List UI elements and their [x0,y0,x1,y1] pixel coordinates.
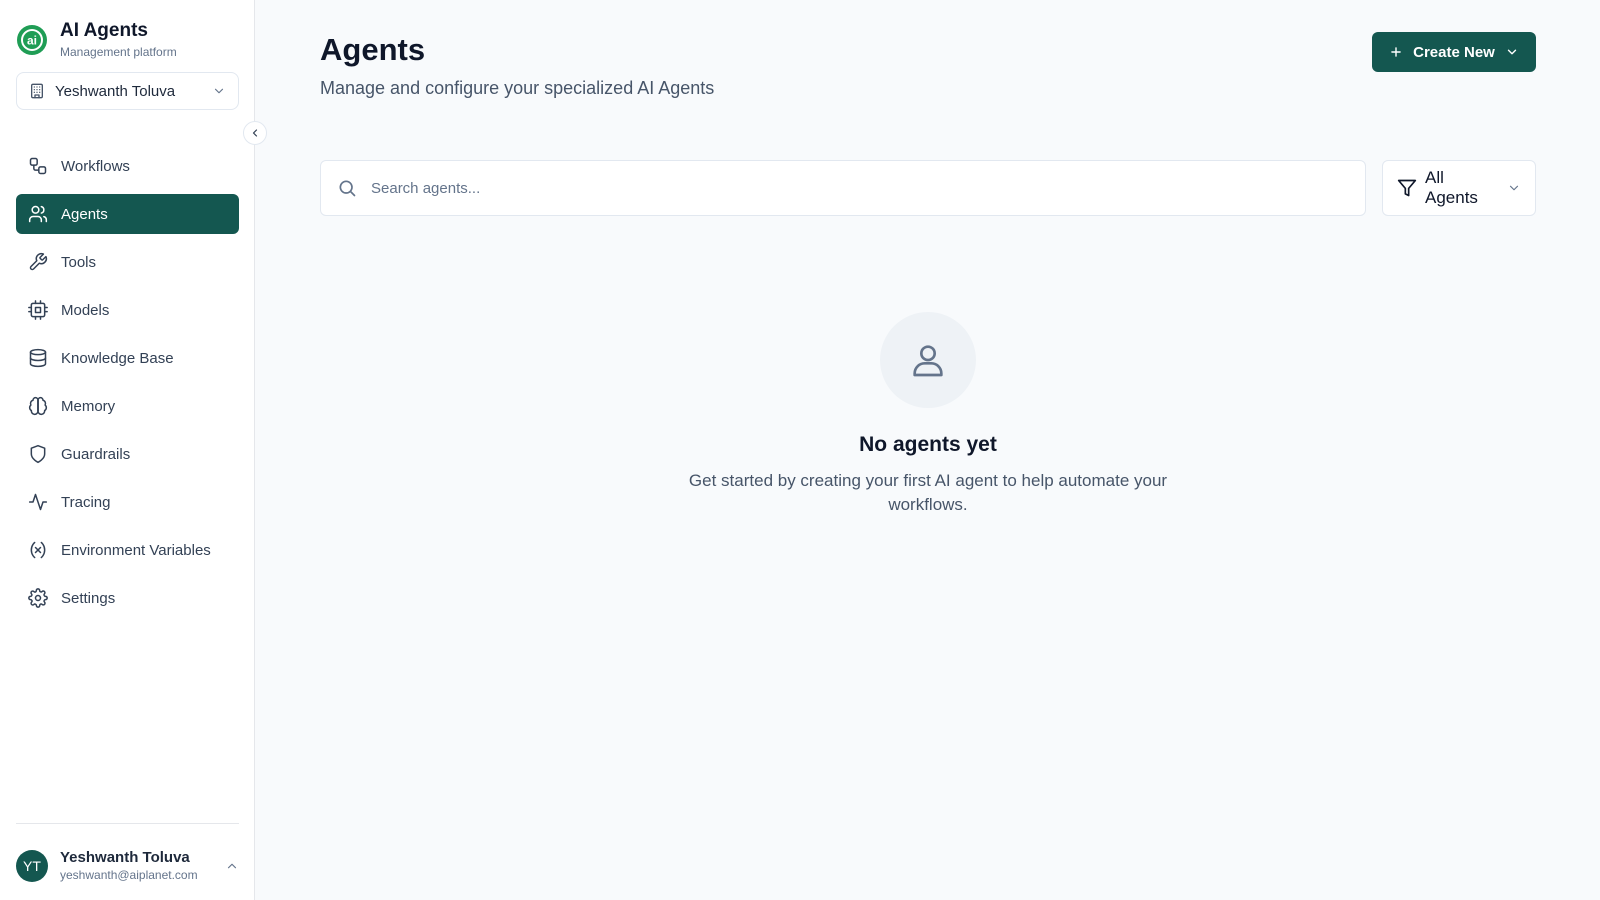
database-icon [29,348,47,368]
chevron-down-icon [1509,185,1519,191]
chevron-down-icon [1507,49,1517,55]
user-name: Yeshwanth Toluva [60,849,190,866]
sidebar-nav: Workflows Agents Tools Models Knowledge … [16,146,239,626]
create-new-label: Create New [1413,43,1495,61]
sidebar-item-models[interactable]: Models [16,290,239,330]
sidebar-item-label: Settings [61,589,116,607]
shield-icon [30,444,46,464]
chevron-left-icon [252,129,258,137]
wrench-icon [29,252,48,271]
sidebar-item-label: Workflows [61,157,130,175]
sidebar-item-guardrails[interactable]: Guardrails [16,434,239,474]
sidebar-item-memory[interactable]: Memory [16,386,239,426]
sidebar-item-settings[interactable]: Settings [16,578,239,618]
agent-filter-select[interactable]: All Agents [1382,160,1536,216]
sidebar-item-label: Models [61,301,110,319]
sidebar-item-label: Agents [61,205,108,223]
filter-value: All Agents [1425,168,1478,207]
user-menu[interactable]: YT Yeshwanth Toluva yeshwanth@aiplanet.c… [16,848,239,884]
brain-icon [28,396,48,416]
brand-subtitle: Management platform [60,45,177,59]
brand-logo-text: ai [27,34,37,48]
sidebar-item-tools[interactable]: Tools [16,242,239,282]
sidebar-item-label: Tools [61,253,97,271]
page-title: Agents [320,32,426,67]
sidebar-item-environment-variables[interactable]: Environment Variables [16,530,239,570]
sidebar-item-knowledge-base[interactable]: Knowledge Base [16,338,239,378]
search-icon [339,180,356,197]
empty-state-illustration [880,312,976,408]
sidebar-collapse-button[interactable] [243,121,267,145]
sidebar-item-workflows[interactable]: Workflows [16,146,239,186]
sidebar-item-agents[interactable]: Agents [16,194,239,234]
filter-icon [1397,179,1417,197]
search-box [320,160,1366,216]
page-subtitle: Manage and configure your specialized AI… [320,78,715,98]
user-info: Yeshwanth Toluva yeshwanth@aiplanet.com [60,849,213,883]
avatar: YT [16,850,48,882]
plus-icon [1391,47,1401,57]
workflow-icon [29,157,47,175]
user-email: yeshwanth@aiplanet.com [60,868,198,882]
user-icon [913,345,943,377]
brand-text: AI Agents Management platform [60,20,177,60]
search-input[interactable] [371,179,1349,197]
variable-icon [30,541,46,559]
chevron-up-icon [227,863,237,869]
sidebar-item-label: Guardrails [61,445,131,463]
main-content: Agents Manage and configure your special… [256,0,1600,900]
brand: ai AI Agents Management platform [16,20,177,60]
create-new-button[interactable]: Create New [1372,32,1536,72]
gear-icon [28,588,48,608]
activity-icon [28,493,48,511]
sidebar-item-tracing[interactable]: Tracing [16,482,239,522]
chevron-down-icon [214,88,224,94]
sidebar: ai AI Agents Management platform Yeshwan… [0,0,255,900]
sidebar-item-label: Knowledge Base [61,349,174,367]
sidebar-divider [16,823,239,824]
building-icon [31,83,43,99]
cpu-icon [28,300,48,320]
sidebar-item-label: Tracing [61,493,111,511]
organization-select[interactable]: Yeshwanth Toluva [16,72,239,110]
brand-title: AI Agents [60,20,148,41]
brand-logo-icon: ai [17,25,47,55]
organization-name: Yeshwanth Toluva [55,82,176,100]
users-icon [28,205,48,223]
empty-state-title: No agents yet [859,433,997,456]
empty-state-description: Get started by creating your first AI ag… [688,471,1168,514]
sidebar-item-label: Environment Variables [61,541,211,559]
sidebar-item-label: Memory [61,397,116,415]
